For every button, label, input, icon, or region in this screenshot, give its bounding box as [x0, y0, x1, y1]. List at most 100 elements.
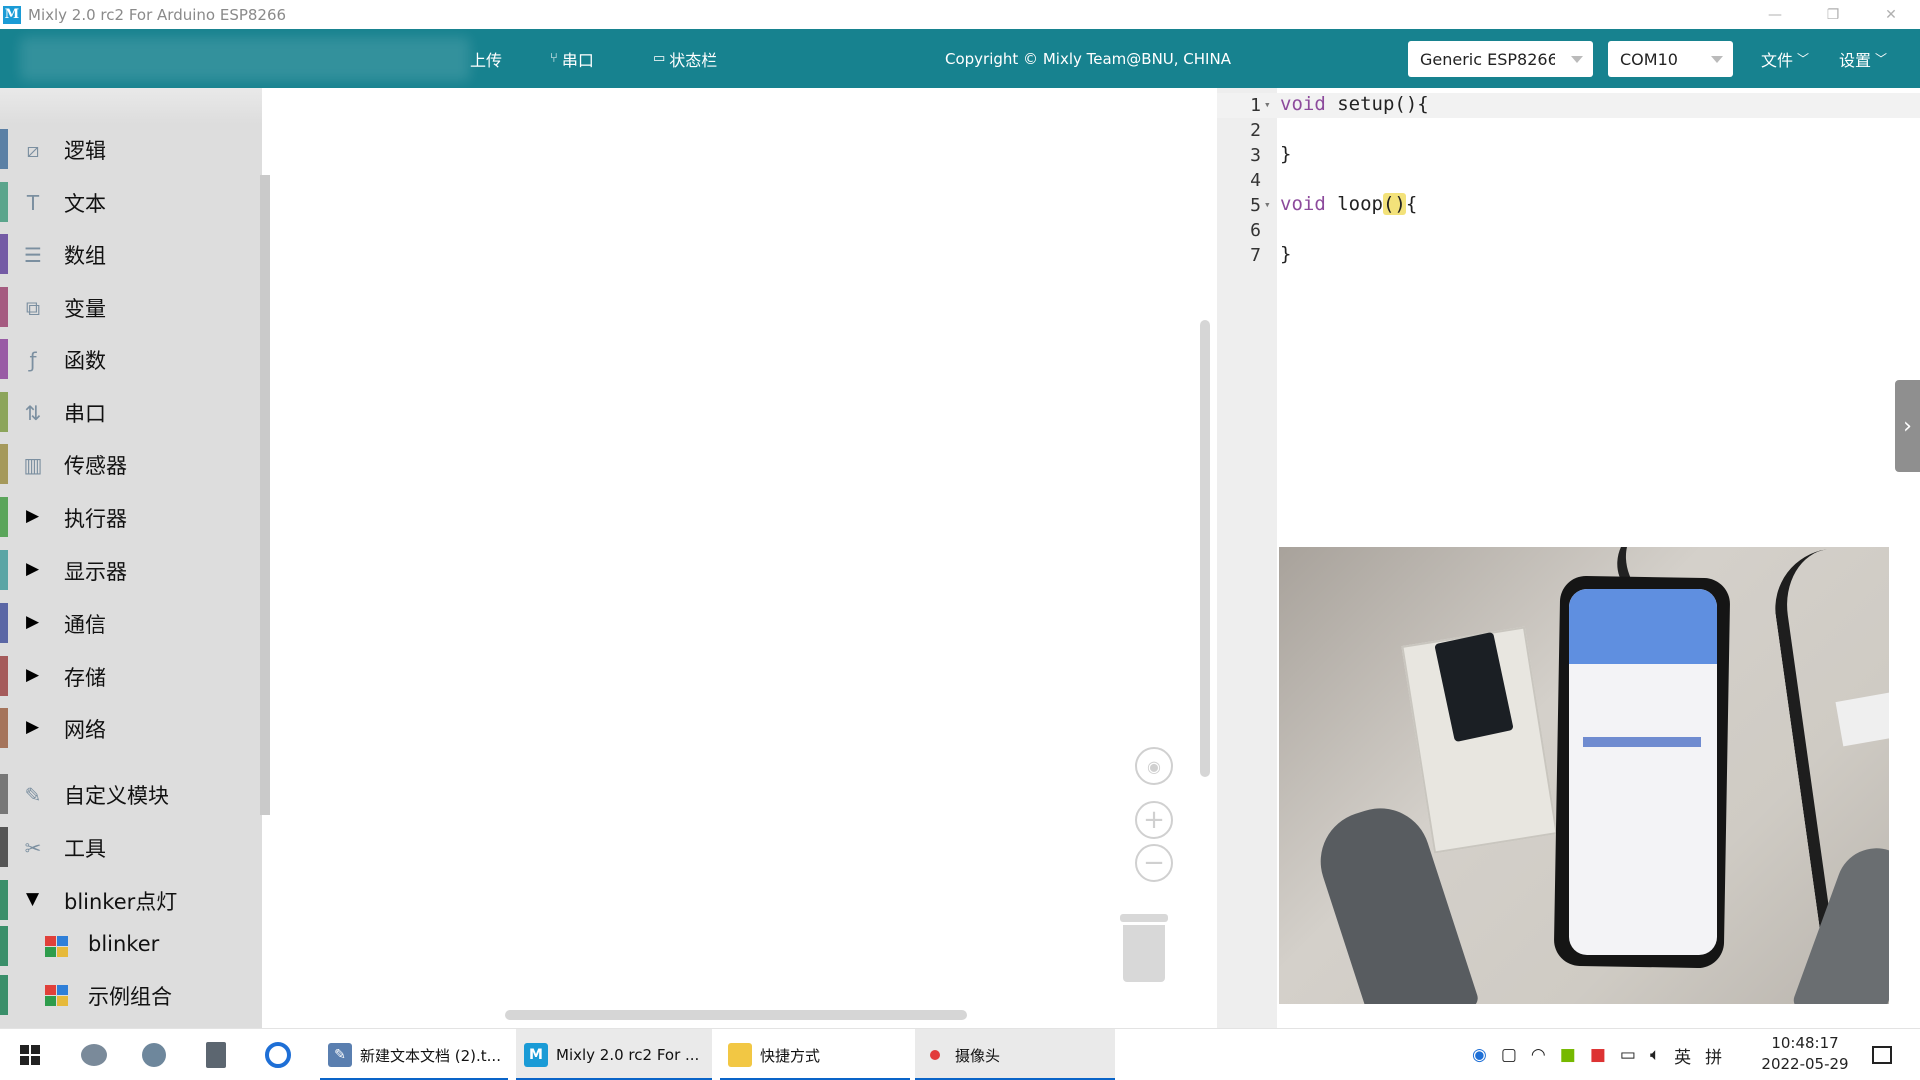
- task-camera[interactable]: 摄像头: [915, 1029, 1115, 1080]
- sidebar-category[interactable]: ⧉ 变量: [0, 281, 262, 333]
- start-button[interactable]: [14, 1039, 46, 1071]
- sidebar-category[interactable]: ✂ 工具: [0, 821, 262, 873]
- sidebar-subcategory-label: blinker: [88, 932, 160, 956]
- collapse-arrow-icon[interactable]: ▼: [26, 889, 39, 909]
- sidebar-category[interactable]: ✎ 自定义模块: [0, 768, 262, 820]
- workspace-vertical-scrollbar[interactable]: [1200, 320, 1210, 777]
- expand-arrow-icon[interactable]: ▶: [26, 665, 39, 685]
- code-line[interactable]: 4: [1217, 168, 1920, 193]
- sidebar-category[interactable]: ▼ blinker点灯: [0, 874, 262, 926]
- upload-button[interactable]: 上传: [470, 29, 502, 88]
- sidebar-category[interactable]: ▥ 传感器: [0, 438, 262, 490]
- nvidia-icon[interactable]: ■: [1560, 1045, 1576, 1065]
- code-line[interactable]: 3}: [1217, 143, 1920, 168]
- task-mixly[interactable]: M Mixly 2.0 rc2 For ...: [516, 1029, 712, 1080]
- toolbox-scrollbar[interactable]: [260, 175, 270, 815]
- code-line[interactable]: 5 ▾ void loop(){: [1217, 193, 1920, 218]
- variable-icon: ⧉: [25, 296, 41, 320]
- sidebar-subcategory[interactable]: blinker: [0, 922, 262, 970]
- sidebar-subcategory[interactable]: 示例组合: [0, 971, 262, 1019]
- windows-logo-icon: [20, 1045, 40, 1065]
- battery-icon[interactable]: ▭: [1620, 1045, 1636, 1065]
- line-number: 2: [1250, 120, 1261, 141]
- sidebar-category[interactable]: T 文本: [0, 176, 262, 228]
- zoom-out-button[interactable]: −: [1135, 844, 1173, 882]
- serial-button[interactable]: ⑂ 串口: [550, 29, 594, 88]
- minus-icon: −: [1143, 848, 1165, 878]
- trash-icon[interactable]: [1120, 914, 1168, 982]
- expand-arrow-icon[interactable]: ▶: [26, 612, 39, 632]
- side-panel-toggle[interactable]: ›: [1895, 380, 1920, 472]
- sidebar-category[interactable]: ▶ 存储: [0, 650, 262, 702]
- file-menu[interactable]: 文件 ﹀: [1761, 29, 1809, 88]
- sidebar-category-label: 逻辑: [64, 139, 106, 163]
- pinned-app-icon[interactable]: [78, 1039, 110, 1071]
- clock[interactable]: 10:48:17 2022-05-29: [1750, 1033, 1860, 1075]
- sidebar-category[interactable]: ⇅ 串口: [0, 386, 262, 438]
- wifi-icon[interactable]: ◠: [1531, 1045, 1546, 1065]
- line-number: 6: [1250, 220, 1261, 241]
- zoom-in-button[interactable]: +: [1135, 801, 1173, 839]
- block-workspace[interactable]: [272, 88, 1217, 1028]
- code-line[interactable]: 1 ▾ void setup(){: [1217, 93, 1920, 118]
- serial-label: 串口: [561, 50, 594, 70]
- phone-screen-header: [1569, 589, 1717, 664]
- workspace-horizontal-scrollbar[interactable]: [505, 1010, 967, 1020]
- code-line[interactable]: 6: [1217, 218, 1920, 243]
- minimize-button[interactable]: —: [1746, 0, 1804, 29]
- line-number: 1: [1250, 95, 1261, 116]
- toolbox-top: [0, 88, 262, 124]
- board-select-value: Generic ESP8266: [1420, 49, 1555, 69]
- category-color-stripe: [0, 182, 8, 222]
- sidebar-category-label: 通信: [64, 613, 106, 637]
- code-line[interactable]: 7}: [1217, 243, 1920, 268]
- sidebar-category[interactable]: ▶ 执行器: [0, 491, 262, 543]
- clock-date: 2022-05-29: [1761, 1055, 1849, 1073]
- tray-app-icon[interactable]: ◉: [1472, 1045, 1487, 1065]
- board-select[interactable]: Generic ESP8266: [1408, 41, 1593, 77]
- target-icon: ◉: [1147, 756, 1161, 776]
- code-rest: }: [1280, 243, 1292, 265]
- sidebar-category[interactable]: ⧄ 逻辑: [0, 123, 262, 175]
- tray-window-icon[interactable]: ▢: [1501, 1045, 1517, 1065]
- restore-button[interactable]: ❐: [1804, 0, 1862, 29]
- windows-taskbar: ✎ 新建文本文档 (2).t... M Mixly 2.0 rc2 For ..…: [0, 1028, 1920, 1080]
- pinned-app-icon[interactable]: [138, 1039, 170, 1071]
- sidebar-category[interactable]: ▶ 网络: [0, 702, 262, 754]
- window-controls: — ❐ ✕: [1746, 0, 1920, 29]
- sidebar-category[interactable]: ƒ 函数: [0, 333, 262, 385]
- sidebar-category[interactable]: ▶ 显示器: [0, 544, 262, 596]
- expand-arrow-icon[interactable]: ▶: [26, 559, 39, 579]
- expand-arrow-icon[interactable]: ▶: [26, 506, 39, 526]
- sidebar-category[interactable]: ☰ 数组: [0, 228, 262, 280]
- task-label: Mixly 2.0 rc2 For ...: [556, 1046, 700, 1064]
- browser-icon[interactable]: [262, 1039, 294, 1071]
- trash-body: [1123, 925, 1165, 982]
- category-color-stripe: [0, 444, 8, 484]
- statusbar-button[interactable]: ▭ 状态栏: [653, 29, 717, 88]
- code-text: void loop(){: [1280, 193, 1417, 215]
- volume-icon[interactable]: 🔈︎: [1650, 1045, 1660, 1065]
- settings-menu[interactable]: 设置 ﹀: [1839, 29, 1887, 88]
- port-select[interactable]: COM10: [1608, 41, 1733, 77]
- file-menu-label: 文件: [1761, 50, 1794, 70]
- calculator-icon[interactable]: [200, 1039, 232, 1071]
- tray-security-icon[interactable]: ■: [1590, 1045, 1606, 1065]
- code-text: }: [1280, 243, 1291, 265]
- close-button[interactable]: ✕: [1862, 0, 1920, 29]
- expand-arrow-icon[interactable]: ▶: [26, 717, 39, 737]
- notification-center-button[interactable]: [1866, 1039, 1898, 1071]
- task-shortcut[interactable]: 快捷方式: [720, 1029, 910, 1080]
- notification-icon: [1872, 1046, 1892, 1064]
- ime-mode-indicator[interactable]: 拼: [1705, 1043, 1722, 1068]
- recenter-button[interactable]: ◉: [1135, 747, 1173, 785]
- fold-toggle-icon[interactable]: ▾: [1264, 98, 1271, 111]
- phone-screen-bar: [1583, 737, 1701, 747]
- ime-language-indicator[interactable]: 英: [1674, 1043, 1691, 1068]
- clock-time: 10:48:17: [1771, 1034, 1839, 1052]
- code-line[interactable]: 2: [1217, 118, 1920, 143]
- sidebar-category[interactable]: ▶ 通信: [0, 597, 262, 649]
- upload-label: 上传: [470, 50, 503, 70]
- fold-toggle-icon[interactable]: ▾: [1264, 198, 1271, 211]
- task-notepad[interactable]: ✎ 新建文本文档 (2).t...: [320, 1029, 508, 1080]
